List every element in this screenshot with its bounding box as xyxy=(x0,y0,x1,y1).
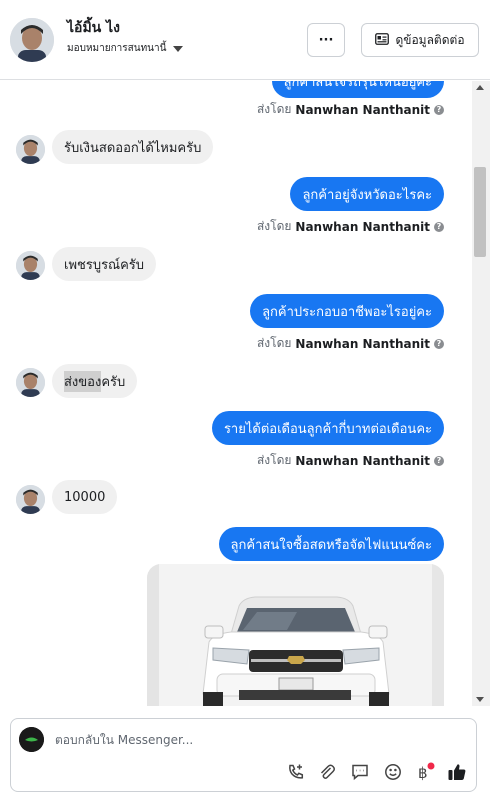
help-icon[interactable]: ? xyxy=(434,221,444,232)
sender-name: Nanwhan Nanthanit xyxy=(295,219,430,234)
sent-by-prefix: ส่งโดย xyxy=(256,453,292,467)
view-contact-info-button[interactable]: ดูข้อมูลติดต่อ xyxy=(361,23,479,57)
message-text: ลูกค้าสนใจซื้อสดหรือจัดไฟแนนซ์คะ xyxy=(230,537,432,553)
conversation-header: ไอ้มิ้น ไง มอบหมายการสนทนานี้ ··· ดูข้อม… xyxy=(0,0,490,80)
sent-by-label: ส่งโดย Nanwhan Nanthanit ? xyxy=(257,100,444,119)
thumbs-up-icon[interactable] xyxy=(446,761,468,783)
message-outgoing: ลูกค้าอยู่จังหวัดอะไรคะ xyxy=(290,177,444,211)
sent-by-prefix: ส่งโดย xyxy=(256,219,292,233)
sender-name: Nanwhan Nanthanit xyxy=(295,453,430,468)
message-incoming: รับเงินสดออกได้ไหมครับ xyxy=(52,130,214,164)
contact-info-label: ดูข้อมูลติดต่อ xyxy=(395,32,465,47)
message-text: ครับ xyxy=(101,374,126,390)
message-text: รับเงินสดออกได้ไหมครับ xyxy=(64,140,202,156)
emoji-icon[interactable] xyxy=(382,761,404,783)
sent-by-label: ส่งโดย Nanwhan Nanthanit ? xyxy=(257,451,444,470)
scroll-thumb[interactable] xyxy=(474,167,486,257)
more-options-button[interactable]: ··· xyxy=(307,23,345,57)
message-incoming: ส่งของ ครับ xyxy=(52,364,138,398)
message-text: ลูกค้าสนใจรถรุ่นไหนอยู่คะ xyxy=(283,81,432,90)
selected-text: ส่งของ xyxy=(64,370,102,392)
comment-icon[interactable] xyxy=(349,761,371,783)
chat-scrollbar[interactable] xyxy=(472,81,490,706)
message-text: รายได้ต่อเดือนลูกค้ากี่บาทต่อเดือนคะ xyxy=(223,421,432,437)
caret-down-icon xyxy=(173,45,184,52)
scroll-down-arrow-icon[interactable] xyxy=(476,697,484,702)
message-text: เพชรบูรณ์ครับ xyxy=(64,257,145,273)
message-thread[interactable]: ลูกค้าสนใจรถรุ่นไหนอยู่คะ ส่งโดย Nanwhan… xyxy=(0,81,472,706)
sender-name: Nanwhan Nanthanit xyxy=(295,336,430,351)
contact-avatar-small xyxy=(16,485,45,514)
help-icon[interactable]: ? xyxy=(434,338,444,349)
help-icon[interactable]: ? xyxy=(434,104,444,115)
contact-avatar[interactable] xyxy=(10,18,54,62)
sent-by-prefix: ส่งโดย xyxy=(256,102,292,116)
message-outgoing: รายได้ต่อเดือนลูกค้ากี่บาทต่อเดือนคะ xyxy=(211,411,444,445)
contact-avatar-small xyxy=(16,135,45,164)
reply-composer: ฿ xyxy=(10,718,477,792)
message-outgoing: ลูกค้าประกอบอาชีพอะไรอยู่คะ xyxy=(250,294,444,328)
contact-card-icon xyxy=(375,32,390,48)
contact-avatar-small xyxy=(16,368,45,397)
message-outgoing: ลูกค้าสนใจรถรุ่นไหนอยู่คะ xyxy=(271,81,444,98)
reply-input[interactable] xyxy=(55,733,435,747)
contact-name[interactable]: ไอ้มิ้น ไง xyxy=(67,17,120,39)
assign-label: มอบหมายการสนทนานี้ xyxy=(67,43,167,54)
sent-by-prefix: ส่งโดย xyxy=(256,336,292,350)
sent-by-label: ส่งโดย Nanwhan Nanthanit ? xyxy=(257,217,444,236)
phone-plus-icon[interactable] xyxy=(285,761,307,783)
svg-text:฿: ฿ xyxy=(418,764,428,782)
message-outgoing: ลูกค้าสนใจซื้อสดหรือจัดไฟแนนซ์คะ xyxy=(218,527,444,561)
contact-avatar-small xyxy=(16,251,45,280)
message-text: 10000 xyxy=(64,489,106,505)
car-photo-attachment[interactable] xyxy=(147,564,444,706)
message-text: ลูกค้าประกอบอาชีพอะไรอยู่คะ xyxy=(262,304,432,320)
message-incoming: เพชรบูรณ์ครับ xyxy=(52,247,157,281)
baht-icon[interactable]: ฿ xyxy=(414,761,436,783)
message-text: ลูกค้าอยู่จังหวัดอะไรคะ xyxy=(302,187,432,203)
message-incoming: 10000 xyxy=(52,480,118,514)
sent-by-label: ส่งโดย Nanwhan Nanthanit ? xyxy=(257,334,444,353)
page-logo-icon xyxy=(19,727,44,752)
help-icon[interactable]: ? xyxy=(434,455,444,466)
attachment-icon[interactable] xyxy=(316,761,338,783)
scroll-up-arrow-icon[interactable] xyxy=(476,85,484,90)
sender-name: Nanwhan Nanthanit xyxy=(295,102,430,117)
assign-conversation-dropdown[interactable]: มอบหมายการสนทนานี้ xyxy=(67,41,184,56)
